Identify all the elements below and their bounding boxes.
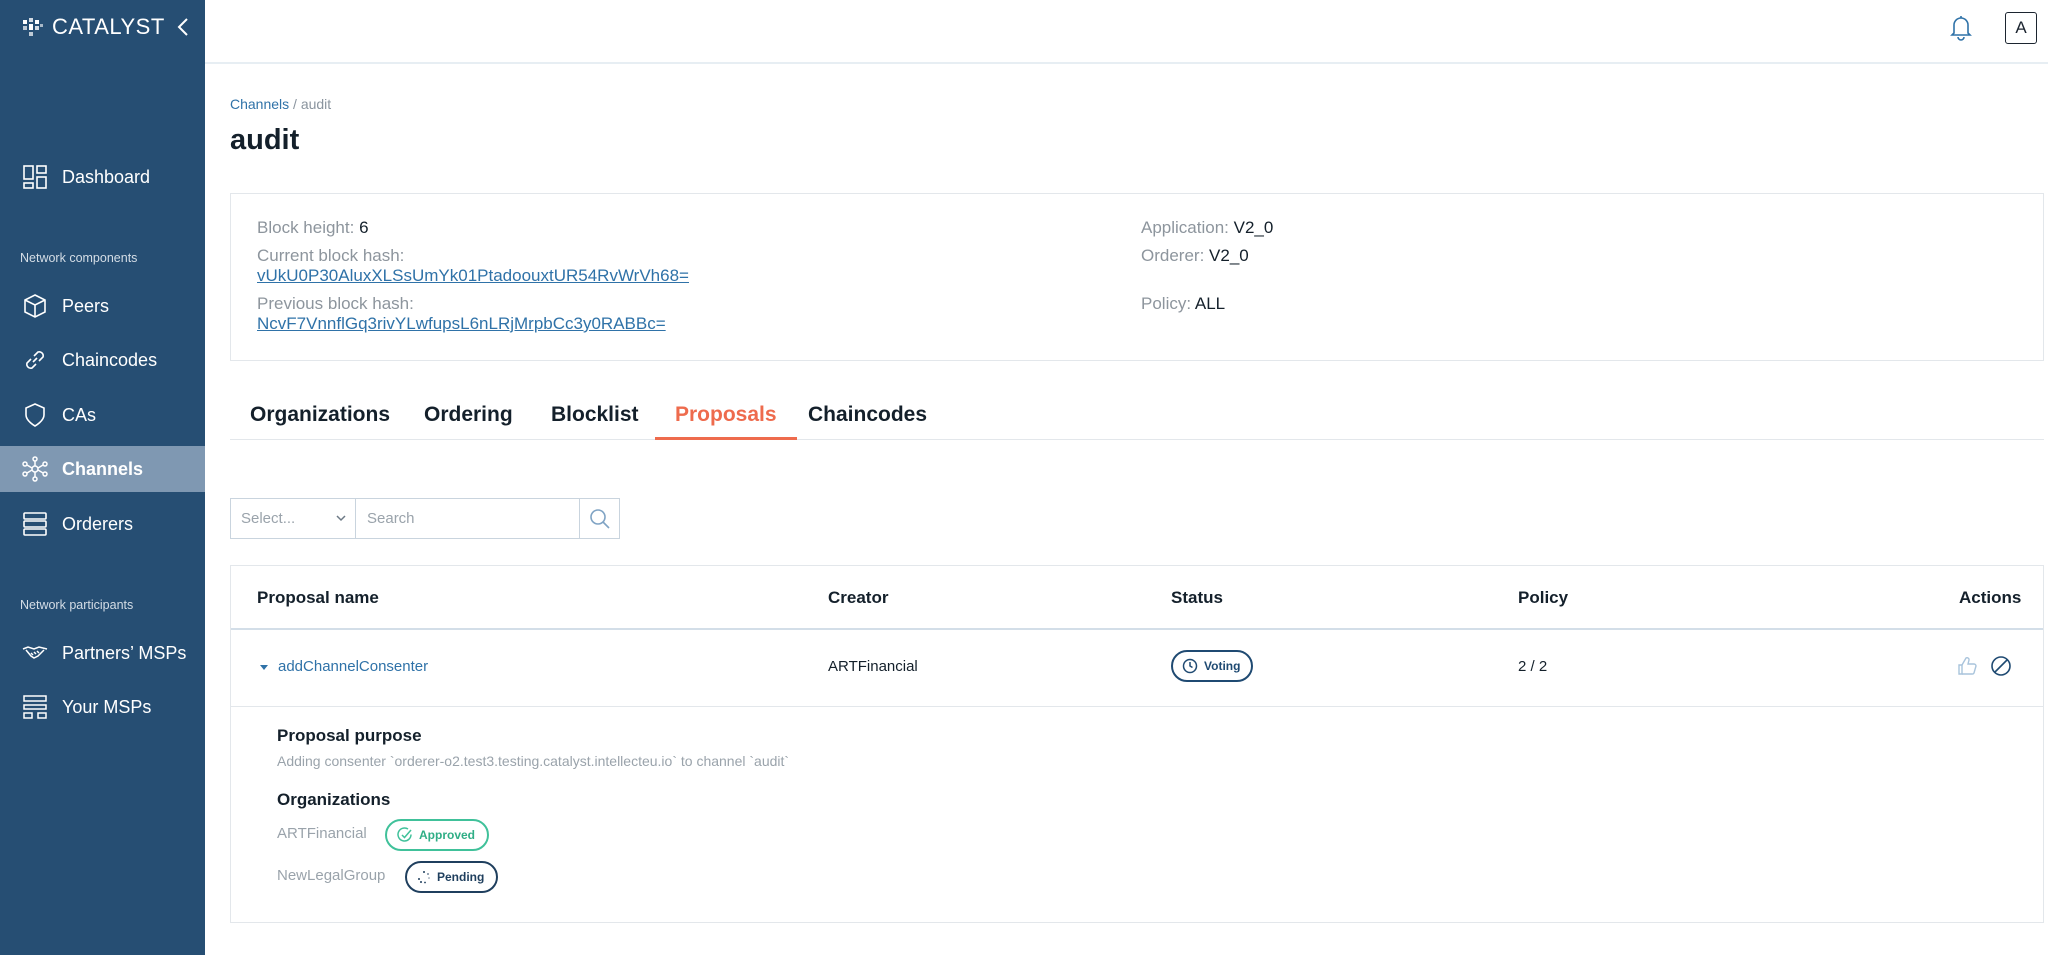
application-label: Application: <box>1141 218 1229 237</box>
search-icon <box>589 508 610 529</box>
proposal-policy: 2 / 2 <box>1518 658 1548 675</box>
header-divider <box>231 628 2043 630</box>
page-title: audit <box>230 124 300 156</box>
block-height-label: Block height: <box>257 218 355 237</box>
approved-badge-label: Approved <box>419 828 476 842</box>
sidebar-item-chaincodes[interactable]: Chaincodes <box>0 337 205 383</box>
section-network-participants: Network participants <box>20 598 134 612</box>
approved-badge: Approved <box>385 819 490 851</box>
filter-select-placeholder: Select... <box>241 510 296 527</box>
proposal-creator: ARTFinancial <box>828 658 918 675</box>
policy-label: Policy: <box>1141 294 1192 313</box>
column-header-actions: Actions <box>1959 588 2022 607</box>
sidebar-item-label: Dashboard <box>62 166 151 187</box>
sidebar-item-label: Peers <box>62 295 110 316</box>
sidebar-item-label: Channels <box>62 458 144 479</box>
chevron-left-icon <box>177 18 188 36</box>
chevron-down-icon <box>336 515 346 522</box>
breadcrumb-channels-link[interactable]: Channels <box>230 96 289 112</box>
proposal-purpose-heading: Proposal purpose <box>277 726 422 745</box>
channel-policy: Policy: ALL <box>1141 294 1225 314</box>
channel-info-card: Block height: 6 Current block hash: vUkU… <box>230 193 2044 361</box>
orderer-label: Orderer: <box>1141 246 1205 265</box>
tab-organizations[interactable]: Organizations <box>230 398 410 440</box>
pending-badge: Pending <box>405 861 499 893</box>
tab-ordering[interactable]: Ordering <box>404 398 533 440</box>
catalyst-logo-icon <box>23 18 43 36</box>
status-badge: Voting <box>1171 650 1254 682</box>
notifications-bell-icon[interactable] <box>1947 13 1975 41</box>
search-button[interactable] <box>579 498 620 539</box>
network-icon <box>22 456 48 482</box>
sidebar-item-label: Your MSPs <box>62 696 152 717</box>
column-header-creator[interactable]: Creator <box>828 588 888 608</box>
shield-icon <box>22 402 48 428</box>
sidebar-item-label: Partners’ MSPs <box>62 642 187 663</box>
sidebar-item-channels[interactable]: Channels <box>0 446 205 492</box>
sidebar-item-partners-msps[interactable]: Partners’ MSPs <box>0 630 205 676</box>
clock-icon <box>1182 658 1198 674</box>
orderer-version: Orderer: V2_0 <box>1141 246 1249 266</box>
current-hash-link[interactable]: vUkU0P30AluxXLSsUmYk01PtadoouxtUR54RvWrV… <box>257 266 689 286</box>
section-network-components: Network components <box>20 251 138 265</box>
tab-chaincodes[interactable]: Chaincodes <box>788 398 947 440</box>
brand-name: CATALYST <box>52 14 165 39</box>
block-height-value: 6 <box>359 218 369 237</box>
tab-blocklist[interactable]: Blocklist <box>531 398 659 440</box>
user-avatar[interactable]: A <box>2005 12 2037 44</box>
channel-tabs: Organizations Ordering Blocklist Proposa… <box>230 398 2044 440</box>
sidebar: CATALYST Dashboard Network components Pe… <box>0 0 205 955</box>
sidebar-item-dashboard[interactable]: Dashboard <box>0 154 205 200</box>
tab-proposals[interactable]: Proposals <box>655 398 797 440</box>
caret-down-icon[interactable] <box>259 662 269 672</box>
policy-value: ALL <box>1194 294 1226 313</box>
cube-icon <box>22 293 48 319</box>
search-input[interactable] <box>355 498 580 539</box>
current-hash-label: Current block hash: <box>257 246 405 265</box>
reject-cancel-icon[interactable] <box>1990 655 2012 677</box>
server-stack-icon <box>22 511 48 537</box>
brand-logo[interactable]: CATALYST <box>22 14 165 40</box>
column-header-policy[interactable]: Policy <box>1518 588 1568 608</box>
sidebar-item-label: Orderers <box>62 513 134 534</box>
filter-select[interactable]: Select... <box>230 498 356 539</box>
breadcrumb-separator: / <box>293 96 297 112</box>
application-value: V2_0 <box>1233 218 1274 237</box>
proposal-name-link[interactable]: addChannelConsenter <box>278 658 428 675</box>
orderer-value: V2_0 <box>1209 246 1249 265</box>
sidebar-item-orderers[interactable]: Orderers <box>0 501 205 547</box>
org-name: NewLegalGroup <box>277 867 386 884</box>
org-chart-icon <box>22 694 48 720</box>
column-header-status[interactable]: Status <box>1171 588 1223 608</box>
block-height: Block height: 6 <box>257 218 369 238</box>
breadcrumb: Channels / audit <box>230 96 331 112</box>
status-badge-label: Voting <box>1204 659 1241 673</box>
proposals-table: Proposal name Creator Status Policy Acti… <box>230 565 2044 923</box>
sidebar-item-label: CAs <box>62 404 97 425</box>
link-icon <box>22 347 48 373</box>
breadcrumb-current: audit <box>300 96 332 112</box>
application-version: Application: V2_0 <box>1141 218 1273 238</box>
previous-hash-label: Previous block hash: <box>257 294 414 313</box>
collapse-sidebar-button[interactable] <box>174 16 192 38</box>
handshake-icon <box>22 640 48 666</box>
sidebar-item-label: Chaincodes <box>62 349 158 370</box>
top-bar <box>205 0 2048 64</box>
approve-thumbs-up-icon[interactable] <box>1956 655 1978 677</box>
org-name: ARTFinancial <box>277 825 367 842</box>
dashboard-icon <box>22 164 48 190</box>
sidebar-item-peers[interactable]: Peers <box>0 283 205 329</box>
proposal-purpose-text: Adding consenter `orderer-o2.test3.testi… <box>277 753 790 769</box>
column-header-name[interactable]: Proposal name <box>257 588 379 608</box>
sidebar-item-your-msps[interactable]: Your MSPs <box>0 684 205 730</box>
spinner-icon <box>418 871 430 884</box>
organizations-heading: Organizations <box>277 790 391 809</box>
pending-badge-label: Pending <box>437 870 485 884</box>
sidebar-item-cas[interactable]: CAs <box>0 392 205 438</box>
row-divider <box>231 706 2043 707</box>
previous-hash-link[interactable]: NcvF7VnnflGq3rivYLwfupsL6nLRjMrpbCc3y0RA… <box>257 314 666 334</box>
check-circle-icon <box>397 827 412 842</box>
